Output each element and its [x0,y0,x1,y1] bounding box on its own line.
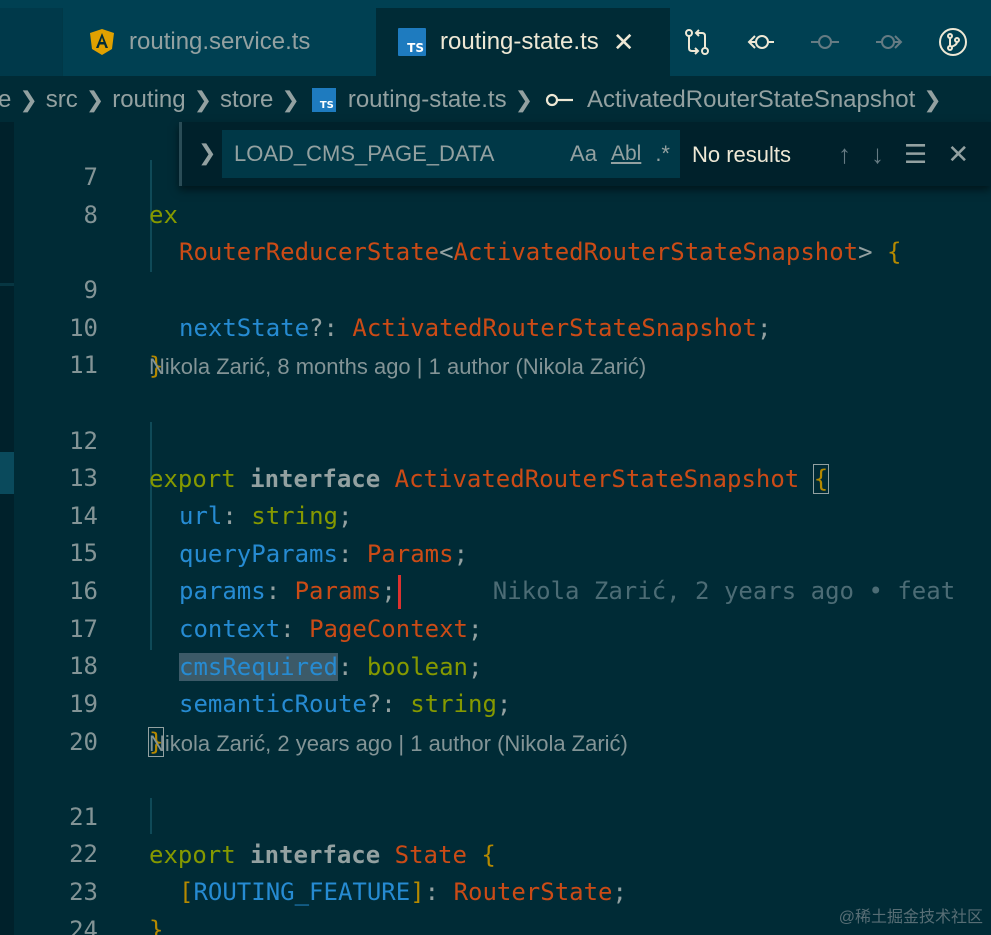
line-number: 24 [69,916,98,935]
find-query: LOAD_CMS_PAGE_DATA [234,141,495,166]
codelens-blame[interactable]: Nikola Zarić, 2 years ago | 1 author (Ni… [149,731,628,757]
find-navigation: ↑ ↓ ☰ ✕ [838,134,969,174]
chevron-right-icon: ❯ [923,87,942,112]
editor-actions [676,8,974,76]
watermark: @稀土掘金技术社区 [838,909,983,926]
code-line[interactable]: 23 } [0,835,991,935]
line-number: 20 [69,728,98,756]
git-commit-icon [811,35,839,49]
find-options: Aa Abl .* [570,130,670,178]
code-line[interactable]: RouterReducerState<ActivatedRouterStateS… [0,195,991,266]
tab-label: routing.service.ts [129,28,311,55]
interface-icon [545,93,574,107]
chevron-right-icon: ❯ [19,87,38,112]
git-compare-icon [685,29,709,55]
typescript-icon: TS [311,88,336,112]
arrow-down-icon[interactable]: ↓ [871,139,884,170]
codelens-blame[interactable]: Nikola Zarić, 8 months ago | 1 author (N… [149,354,646,380]
arrow-right-circle-icon [876,35,903,49]
tab-bar: routing.service.ts TS routing-state.ts ✕ [0,0,991,76]
find-results-count: No results [692,142,792,167]
breadcrumb-item[interactable]: store [220,86,273,114]
code-line-current[interactable]: 15 params: Params; Nikola Zarić, 2 years … [0,496,991,609]
code-line[interactable]: 12 export interface ActivatedRouterState… [0,384,991,494]
code-line[interactable]: 20 [0,685,991,756]
code-text: } [149,916,164,935]
code-line[interactable]: 13 url: string; [0,421,991,530]
breadcrumb-item[interactable]: src [46,86,78,114]
code-line[interactable]: 11 [0,308,991,379]
code-line[interactable]: 17 cmsRequired: boolean; [0,572,991,681]
angular-icon [90,29,114,55]
close-icon[interactable]: ✕ [947,139,969,170]
regex-button[interactable]: .* [655,141,670,167]
tab-overflow-edge [0,8,62,76]
close-icon[interactable]: ✕ [613,29,635,55]
tab-routing-service[interactable]: routing.service.ts [62,8,374,76]
chevron-right-icon: ❯ [193,87,213,112]
breadcrumb-file[interactable]: TS routing-state.ts [308,86,507,114]
code-line[interactable]: 19 } [0,647,991,757]
line-number: 11 [69,351,98,379]
breadcrumb-symbol[interactable]: ActivatedRouterStateSnapshot [541,86,915,114]
typescript-icon: TS [398,28,426,56]
match-case-button[interactable]: Aa [570,141,597,167]
breadcrumb-item[interactable]: re [0,86,11,114]
breadcrumb-item: ActivatedRouterStateSnapshot [587,86,916,113]
git-branch-circle-icon [939,28,967,56]
next-change-button[interactable] [868,21,910,63]
chevron-right-icon[interactable]: ❯ [198,140,216,166]
tab-label: routing-state.ts [440,28,599,55]
compare-changes-button[interactable] [676,21,718,63]
commit-button[interactable] [804,21,846,63]
previous-change-button[interactable] [740,21,782,63]
code-line[interactable]: 9 nextState?: ActivatedRouterStateSnapsh… [0,233,991,342]
find-widget: ❯ LOAD_CMS_PAGE_DATA Aa Abl .* No result… [179,122,991,186]
code-line[interactable]: 22 [ROUTING_FEATURE]: RouterState; [0,797,991,906]
code-line[interactable]: 10 } [0,271,991,380]
arrow-left-circle-icon [747,35,774,49]
tab-routing-state[interactable]: TS routing-state.ts ✕ [376,8,670,76]
breadcrumb-item: routing-state.ts [347,86,507,113]
code-line[interactable]: 14 queryParams: Params; [0,459,991,568]
code-line[interactable]: 21 export interface State { [0,760,991,869]
git-graph-button[interactable] [932,21,974,63]
breadcrumb-item[interactable]: routing [112,86,185,114]
chevron-right-icon: ❯ [281,87,300,112]
arrow-up-icon[interactable]: ↑ [838,139,851,170]
breadcrumb: re ❯ src ❯ routing ❯ store ❯ TS routing-… [0,78,991,122]
find-input[interactable]: LOAD_CMS_PAGE_DATA Aa Abl .* [222,130,680,178]
find-in-selection-icon[interactable]: ☰ [904,139,927,170]
chevron-right-icon: ❯ [514,87,534,112]
chevron-right-icon: ❯ [85,87,105,112]
whole-word-button[interactable]: Abl [611,142,641,166]
code-line[interactable]: 16 context: PageContext; [0,534,991,643]
code-line[interactable]: 18 semanticRoute?: string; [0,609,991,718]
